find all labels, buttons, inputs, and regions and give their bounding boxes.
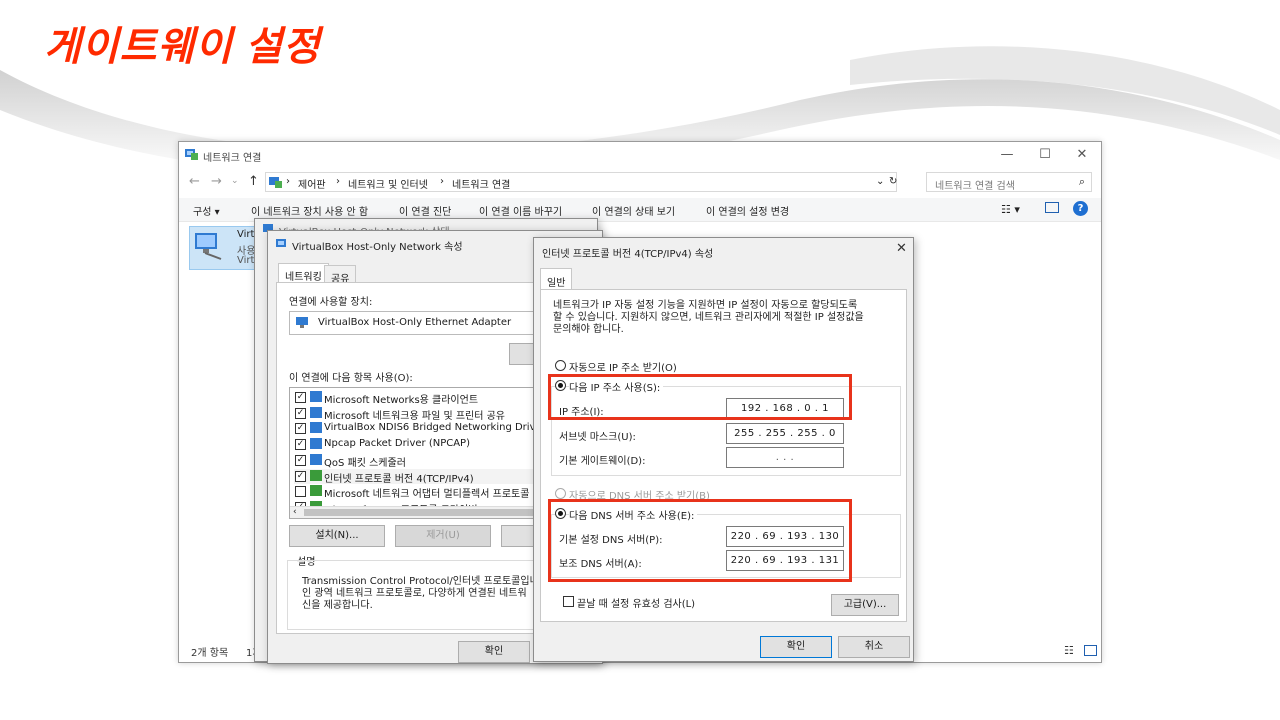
breadcrumb-network-connections[interactable]: 네트워크 연결 xyxy=(452,176,510,191)
adapter-item[interactable]: Virtu 사용 Virtu xyxy=(189,226,261,270)
breadcrumb-control-panel[interactable]: 제어판 xyxy=(298,176,326,191)
item-checkbox[interactable]: ✓ xyxy=(295,392,306,403)
item-count: 2개 항목 xyxy=(191,648,229,659)
large-icons-view-icon[interactable] xyxy=(1084,645,1097,656)
recent-chevron-icon[interactable]: ⌄ xyxy=(231,176,239,186)
view-options-icon[interactable]: ☷ ▾ xyxy=(1001,203,1020,216)
search-placeholder: 네트워크 연결 검색 xyxy=(935,181,1015,192)
tab-sharing[interactable]: 공유 xyxy=(324,265,357,285)
dropdown-chevron-icon[interactable]: ⌄ xyxy=(876,176,884,187)
subnet-mask-label: 서브넷 마스크(U): xyxy=(559,432,636,443)
search-icon: ⌕ xyxy=(1078,175,1085,188)
diagnose-command[interactable]: 이 연결 진단 xyxy=(399,203,451,218)
details-view-icon[interactable]: ☷ xyxy=(1064,644,1074,657)
ip-highlight-box xyxy=(548,374,852,420)
tab-networking[interactable]: 네트워킹 xyxy=(278,263,329,283)
minimize-icon[interactable]: — xyxy=(992,146,1022,164)
adapter-name-text: VirtualBox Host-Only Ethernet Adapter xyxy=(318,317,512,328)
ipv4-ok-button[interactable]: 확인 xyxy=(760,636,832,658)
adapter-icon xyxy=(296,317,308,328)
view-status-command[interactable]: 이 연결의 상태 보기 xyxy=(592,203,675,218)
advanced-button[interactable]: 고급(V)... xyxy=(831,594,899,616)
forward-arrow-icon[interactable]: → xyxy=(211,174,222,189)
close-icon[interactable]: ✕ xyxy=(896,241,907,256)
ipv4-dialog-title: 인터넷 프로토콜 버전 4(TCP/IPv4) 속성 xyxy=(542,249,714,260)
rename-command[interactable]: 이 연결 이름 바꾸기 xyxy=(479,203,562,218)
props-ok-button[interactable]: 확인 xyxy=(458,641,530,663)
up-arrow-icon[interactable]: ↑ xyxy=(248,174,259,189)
protocol-icon xyxy=(310,469,322,481)
scroll-left-icon[interactable]: ‹ xyxy=(293,507,297,517)
preview-pane-icon[interactable] xyxy=(1045,202,1059,213)
ipv4-cancel-button[interactable]: 취소 xyxy=(838,636,910,658)
tab-general[interactable]: 일반 xyxy=(540,268,573,290)
address-bar[interactable]: › 제어판 › 네트워크 및 인터넷 › 네트워크 연결 ⌄ ↻ xyxy=(265,172,897,192)
network-adapter-icon xyxy=(195,233,222,260)
refresh-icon[interactable]: ↻ xyxy=(889,176,897,187)
properties-dialog-title: VirtualBox Host-Only Network 속성 xyxy=(292,242,463,253)
item-label: VirtualBox NDIS6 Bridged Networking Driv… xyxy=(324,422,546,434)
item-checkbox[interactable]: ✓ xyxy=(295,470,306,482)
search-input[interactable]: 네트워크 연결 검색 ⌕ xyxy=(926,172,1092,192)
control-panel-icon xyxy=(269,177,282,188)
breadcrumb-separator: › xyxy=(336,176,340,187)
breadcrumb-separator: › xyxy=(440,176,444,187)
organize-menu[interactable]: 구성 ▾ xyxy=(193,203,220,218)
item-label: Npcap Packet Driver (NPCAP) xyxy=(324,438,470,450)
auto-ip-label: 자동으로 IP 주소 받기(O) xyxy=(569,363,677,374)
disable-device-command[interactable]: 이 네트워크 장치 사용 안 함 xyxy=(251,203,368,218)
network-component-icon xyxy=(310,422,322,434)
breadcrumb-network-internet[interactable]: 네트워크 및 인터넷 xyxy=(348,176,428,191)
item-checkbox[interactable]: ✓ xyxy=(295,423,306,435)
network-component-icon xyxy=(310,438,322,450)
breadcrumb-separator: › xyxy=(286,176,290,187)
help-icon[interactable]: ? xyxy=(1073,201,1088,216)
item-label: 인터넷 프로토콜 버전 4(TCP/IPv4) xyxy=(324,473,474,485)
auto-ip-radio[interactable] xyxy=(555,360,566,371)
default-gateway-label: 기본 게이트웨이(D): xyxy=(559,456,646,467)
network-component-icon xyxy=(310,406,322,418)
address-row: ← → ⌄ ↑ › 제어판 › 네트워크 및 인터넷 › 네트워크 연결 ⌄ ↻… xyxy=(179,170,1101,194)
install-button[interactable]: 설치(N)... xyxy=(289,525,385,547)
network-component-icon xyxy=(310,453,322,465)
window-title: 네트워크 연결 xyxy=(203,153,262,164)
item-label: Microsoft 네트워크 어댑터 멀티플렉서 프로토콜 xyxy=(324,489,530,501)
validate-checkbox[interactable] xyxy=(563,596,574,607)
network-icon xyxy=(276,239,286,247)
dns-highlight-box xyxy=(548,499,852,582)
protocol-icon xyxy=(310,485,322,497)
default-gateway-field[interactable]: . . . xyxy=(726,447,844,468)
item-checkbox[interactable] xyxy=(295,486,306,498)
intro-line-3: 문의해야 합니다. xyxy=(553,324,624,335)
ipv4-properties-dialog: 인터넷 프로토콜 버전 4(TCP/IPv4) 속성 ✕ 일반 네트워크가 IP… xyxy=(533,237,914,662)
item-label: QoS 패킷 스케줄러 xyxy=(324,457,406,469)
item-checkbox[interactable]: ✓ xyxy=(295,407,306,419)
change-settings-command[interactable]: 이 연결의 설정 변경 xyxy=(706,203,789,218)
item-label: Microsoft 네트워크용 파일 및 프린터 공유 xyxy=(324,410,506,422)
intro-line-1: 네트워크가 IP 자동 설정 기능을 지원하면 IP 설정이 자동으로 할당되도… xyxy=(553,300,858,311)
maximize-icon[interactable]: ☐ xyxy=(1030,146,1060,164)
subnet-mask-field[interactable]: 255 . 255 . 255 . 0 xyxy=(726,423,844,444)
slide-title: 게이트웨이 설정 xyxy=(44,25,321,69)
explorer-titlebar: 네트워크 연결 — ☐ ✕ xyxy=(179,142,1101,168)
item-checkbox[interactable]: ✓ xyxy=(295,439,306,451)
network-component-icon xyxy=(310,391,322,402)
back-arrow-icon[interactable]: ← xyxy=(189,174,200,189)
network-folder-icon xyxy=(185,149,198,160)
auto-dns-radio[interactable] xyxy=(555,488,566,499)
close-icon[interactable]: ✕ xyxy=(1067,146,1097,164)
item-label: Microsoft Networks용 클라이언트 xyxy=(324,395,479,406)
description-line-3: 신을 제공합니다. xyxy=(302,600,373,611)
items-label: 이 연결에 다음 항목 사용(O): xyxy=(289,373,413,384)
connect-using-label: 연결에 사용할 장치: xyxy=(289,297,373,308)
remove-button[interactable]: 제거(U) xyxy=(395,525,491,547)
intro-line-2: 할 수 있습니다. 지원하지 않으면, 네트워크 관리자에게 적절한 IP 설정… xyxy=(553,312,864,323)
scrollbar-thumb[interactable] xyxy=(304,509,534,516)
validate-label: 끝날 때 설정 유효성 검사(L) xyxy=(577,599,696,610)
item-checkbox[interactable]: ✓ xyxy=(295,454,306,466)
